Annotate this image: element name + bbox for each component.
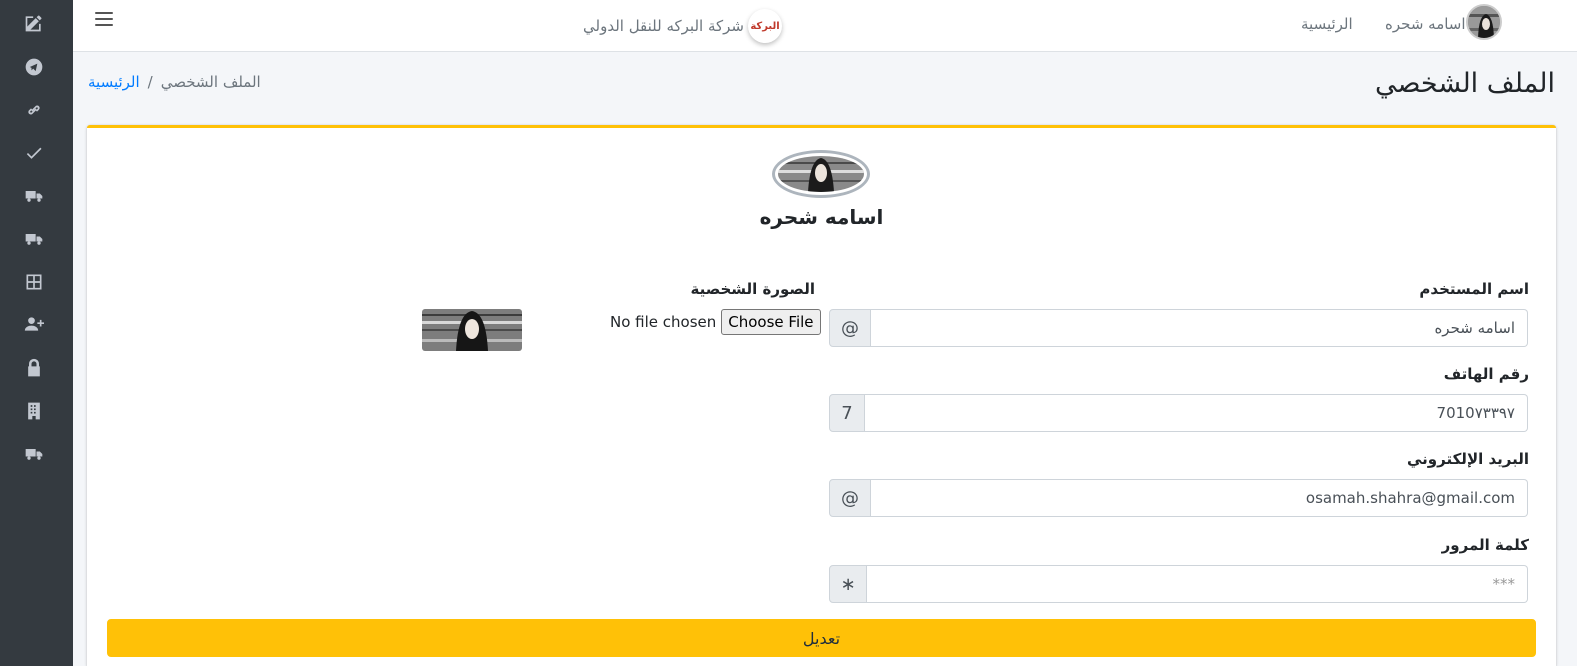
user-avatar[interactable] (1466, 4, 1502, 40)
password-input[interactable] (867, 565, 1528, 603)
file-input[interactable]: No file chosen Choose File (610, 309, 821, 335)
truck-icon[interactable] (22, 227, 46, 251)
submit-button[interactable]: تعديل (107, 619, 1536, 657)
truck-icon[interactable] (22, 184, 46, 208)
email-input[interactable] (871, 479, 1528, 517)
username-input[interactable] (871, 309, 1528, 347)
profile-avatar (772, 150, 870, 198)
link-icon[interactable] (22, 98, 46, 122)
truck-icon[interactable] (22, 442, 46, 466)
nav-home-link[interactable]: الرئيسية (1301, 15, 1353, 33)
check-icon[interactable] (22, 141, 46, 165)
phone-input[interactable] (865, 394, 1528, 432)
at-icon: @ (829, 479, 871, 517)
grid-icon[interactable] (22, 270, 46, 294)
choose-file-button[interactable]: Choose File (721, 309, 821, 335)
photo-label: الصورة الشخصية (690, 280, 815, 298)
photo-preview (422, 309, 522, 351)
user-plus-icon[interactable] (22, 312, 46, 336)
phone-prefix: 7 (829, 394, 865, 432)
phone-label: رقم الهاتف (1443, 365, 1529, 383)
brand[interactable]: البركة شركة البركه للنقل الدولي (583, 6, 782, 46)
nav-user-name[interactable]: اسامه شحره (1385, 15, 1466, 33)
breadcrumb: الرئيسية / الملف الشخصي (88, 73, 261, 91)
telegram-icon[interactable] (22, 55, 46, 79)
username-label: اسم المستخدم (1419, 280, 1529, 298)
edit-icon[interactable] (22, 11, 46, 35)
sidebar (0, 0, 73, 666)
breadcrumb-separator: / (147, 73, 153, 91)
password-group: ∗ (829, 565, 1528, 603)
username-group: @ (829, 309, 1528, 347)
email-label: البريد الإلكتروني (1407, 450, 1529, 468)
profile-card: اسامه شحره اسم المستخدم @ رقم الهاتف 7 ا… (87, 125, 1556, 666)
building-icon[interactable] (22, 399, 46, 423)
top-navbar: البركة شركة البركه للنقل الدولي الرئيسية… (73, 0, 1577, 52)
password-label: كلمة المرور (1441, 536, 1529, 554)
breadcrumb-current: الملف الشخصي (160, 73, 261, 91)
phone-group: 7 (829, 394, 1528, 432)
email-group: @ (829, 479, 1528, 517)
at-icon: @ (829, 309, 871, 347)
asterisk-icon: ∗ (829, 565, 867, 603)
lock-icon[interactable] (22, 356, 46, 380)
profile-name: اسامه شحره (759, 205, 884, 229)
brand-text: شركة البركه للنقل الدولي (583, 17, 744, 35)
hamburger-menu-icon[interactable] (95, 12, 113, 28)
breadcrumb-home-link[interactable]: الرئيسية (88, 73, 140, 91)
brand-logo: البركة (748, 9, 782, 43)
no-file-text: No file chosen (610, 313, 717, 331)
page-title: الملف الشخصي (1375, 68, 1555, 99)
